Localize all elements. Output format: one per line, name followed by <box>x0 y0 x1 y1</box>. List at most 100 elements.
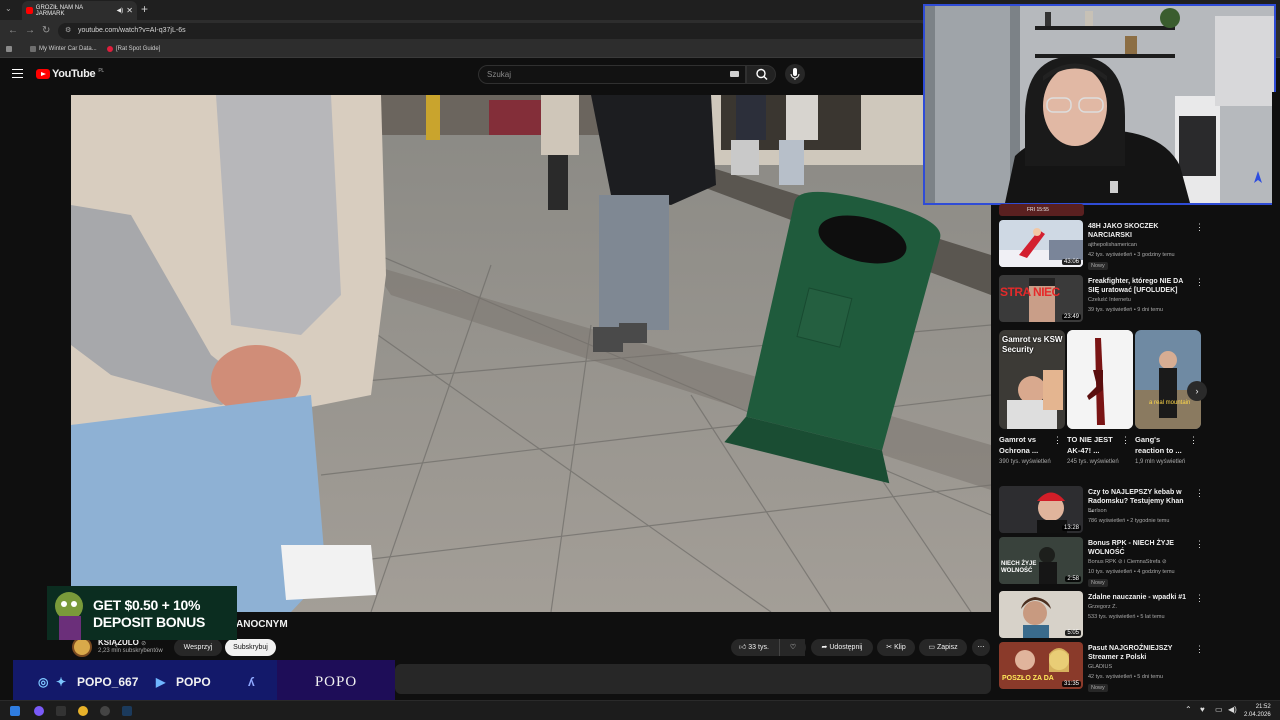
dislike-button[interactable]: ♡ <box>779 639 806 656</box>
network-icon[interactable]: ▭ <box>1215 705 1223 714</box>
new-badge: Nowy <box>1088 262 1108 270</box>
brand-logo-icon: ʎ <box>248 675 255 689</box>
short-title[interactable]: Gang's reaction to ... <box>1135 434 1183 456</box>
recommended-video[interactable]: POSZŁO ZA DA 31:35 Pasut NAJGROŹNIEJSZY … <box>999 642 1204 692</box>
more-options-icon[interactable]: ⋮ <box>1195 539 1204 550</box>
video-meta: 786 wyświetleń • 2 tygodnie temu <box>1088 518 1170 524</box>
short-overlay-text: Gamrot vs KSW Security <box>1002 335 1063 354</box>
system-clock[interactable]: 21:52 2.04.2026 <box>1244 703 1271 719</box>
page-scrollbar[interactable] <box>1272 92 1280 700</box>
steam-icon[interactable] <box>122 706 132 716</box>
tab-close-icon[interactable]: ✕ <box>126 6 133 15</box>
stream-social-bar: ◎ ✦ POPO_667 ▶ POPO ʎ POPO <box>13 660 395 704</box>
clip-button[interactable]: ✂ Klip <box>877 639 915 656</box>
volume-icon[interactable]: ◀) <box>1228 705 1237 714</box>
site-info-icon[interactable]: ⚙ <box>65 23 71 39</box>
youtube-logo[interactable]: YouTube PL <box>36 68 104 80</box>
video-title[interactable]: Bonus RPK - NIECH ŻYJE WOLNOŚĆ <box>1088 539 1188 557</box>
short-thumbnail[interactable]: a real mountain <box>1135 330 1201 429</box>
ad-line-1: GET $0.50 + 10% <box>93 597 201 613</box>
recommended-video[interactable]: STRA NIEC 23:49 Freakfighter, którego NI… <box>999 275 1204 325</box>
chrome-icon[interactable] <box>78 706 88 716</box>
windows-taskbar: ⌃ ♥ ▭ ◀) 21:52 2.04.2026 <box>0 700 1280 720</box>
shorts-next-arrow-icon[interactable]: › <box>1187 381 1207 401</box>
more-options-icon[interactable]: ⋮ <box>1053 435 1062 446</box>
short-title[interactable]: TO NIE JEST AK-47! ... <box>1067 434 1115 456</box>
video-title[interactable]: Zdalne nauczanie - wpadki #1 <box>1088 593 1188 602</box>
discord-icon[interactable] <box>34 706 44 716</box>
recommended-video[interactable]: 13:28 Czy to NAJLEPSZY kebab w Radomsku?… <box>999 486 1204 536</box>
video-channel[interactable]: Bonus RPK ⊘ i CiemnaStrefa ⊘ <box>1088 559 1167 565</box>
short-image <box>1067 330 1133 429</box>
tray-expand-icon[interactable]: ⌃ <box>1185 705 1192 714</box>
video-description-bar[interactable] <box>395 664 991 694</box>
bookmark-item[interactable]: My Winter Car Data... <box>30 46 97 52</box>
video-channel[interactable]: Berlson <box>1088 508 1107 514</box>
app-icon[interactable] <box>56 706 66 716</box>
video-thumbnail[interactable]: 13:28 <box>999 486 1083 533</box>
search-input[interactable]: Szukaj <box>478 65 746 84</box>
clock-time: 21:52 <box>1255 704 1271 710</box>
ad-mascot <box>47 586 237 640</box>
video-thumbnail[interactable]: 5:05 <box>999 591 1083 638</box>
recommended-video[interactable]: 5:05 Zdalne nauczanie - wpadki #1 Grzego… <box>999 591 1204 641</box>
video-title[interactable]: Freakfighter, którego NIE DA SIĘ uratowa… <box>1088 277 1188 295</box>
more-options-icon[interactable]: ⋮ <box>1195 222 1204 233</box>
save-button[interactable]: ▭ Zapisz <box>919 639 967 656</box>
video-channel[interactable]: ajthepolishamerican <box>1088 242 1137 248</box>
tray-app-icon[interactable]: ♥ <box>1200 705 1205 714</box>
support-button[interactable]: Wesprzyj <box>174 639 222 656</box>
back-icon[interactable]: ← <box>8 25 18 36</box>
forward-icon[interactable]: → <box>25 25 35 36</box>
short-thumbnail[interactable]: Gamrot vs KSW Security <box>999 330 1065 429</box>
video-meta: 42 tys. wyświetleń • 3 godziny temu <box>1088 252 1175 258</box>
thumbnail-text: NIECH ŻYJE WOLNOŚĆ <box>1001 561 1037 574</box>
more-actions-icon[interactable]: ⋯ <box>972 639 990 656</box>
more-options-icon[interactable]: ⋮ <box>1195 644 1204 655</box>
more-options-icon[interactable]: ⋮ <box>1121 435 1130 446</box>
video-thumbnail[interactable]: 43:06 <box>999 220 1083 267</box>
region-code: PL <box>98 68 104 74</box>
recommended-video[interactable]: NIECH ŻYJE WOLNOŚĆ 2:58 Bonus RPK - NIEC… <box>999 537 1204 587</box>
share-button[interactable]: ➦ Udostępnij <box>811 639 873 656</box>
short-title[interactable]: Gamrot vs Ochrona ... <box>999 434 1047 456</box>
speaker-icon[interactable]: ◀) <box>117 7 124 14</box>
short-image <box>1135 330 1201 429</box>
channel-avatar[interactable] <box>72 637 92 657</box>
bookmark-item[interactable]: [Rat Spot Guide] <box>107 46 160 52</box>
obs-icon[interactable] <box>100 706 110 716</box>
keyboard-icon[interactable] <box>730 71 739 77</box>
apps-icon[interactable] <box>6 46 12 52</box>
video-title[interactable]: 48H JAKO SKOCZEK NARCIARSKI <box>1088 222 1188 240</box>
webcam-image <box>925 6 1274 203</box>
start-icon[interactable] <box>10 706 20 716</box>
search-button[interactable] <box>746 65 776 84</box>
short-views: 245 tys. wyświetleń <box>1067 459 1119 465</box>
video-thumbnail[interactable]: POSZŁO ZA DA 31:35 <box>999 642 1083 689</box>
more-options-icon[interactable]: ⋮ <box>1189 435 1198 446</box>
video-thumbnail[interactable]: STRA NIEC 23:49 <box>999 275 1083 322</box>
menu-icon[interactable] <box>12 69 23 78</box>
share-label: Udostępnij <box>829 644 863 651</box>
more-options-icon[interactable]: ⋮ <box>1195 488 1204 499</box>
logo-text: YouTube <box>52 68 96 80</box>
partial-thumbnail[interactable]: FRI 15:55 <box>999 204 1084 216</box>
video-player[interactable] <box>71 95 991 612</box>
video-title[interactable]: Pasut NAJGROŹNIEJSZY Streamer z Polski <box>1088 644 1188 662</box>
reload-icon[interactable]: ↻ <box>42 25 50 36</box>
video-channel[interactable]: Grzegorz Z. <box>1088 604 1117 610</box>
tab-search-icon[interactable]: ⌄ <box>5 4 12 13</box>
video-channel[interactable]: Czeluść Internetu <box>1088 297 1131 303</box>
video-thumbnail[interactable]: NIECH ŻYJE WOLNOŚĆ 2:58 <box>999 537 1083 584</box>
subscribe-button[interactable]: Subskrybuj <box>225 639 276 656</box>
short-thumbnail[interactable] <box>1067 330 1133 429</box>
url-field[interactable]: ⚙ youtube.com/watch?v=AI-q37jL-6s <box>58 23 928 39</box>
browser-tab[interactable]: GROZIŁ NAM NA JARMARK ◀) ✕ <box>22 1 137 20</box>
video-channel[interactable]: GLADIUS <box>1088 664 1112 670</box>
short-views: 1,9 mln wyświetleń <box>1135 459 1186 465</box>
more-options-icon[interactable]: ⋮ <box>1195 593 1204 604</box>
new-tab-icon[interactable]: + <box>141 2 148 16</box>
more-options-icon[interactable]: ⋮ <box>1195 277 1204 288</box>
voice-search-button[interactable] <box>785 64 805 84</box>
recommended-video[interactable]: 43:06 48H JAKO SKOCZEK NARCIARSKI ajthep… <box>999 220 1204 270</box>
